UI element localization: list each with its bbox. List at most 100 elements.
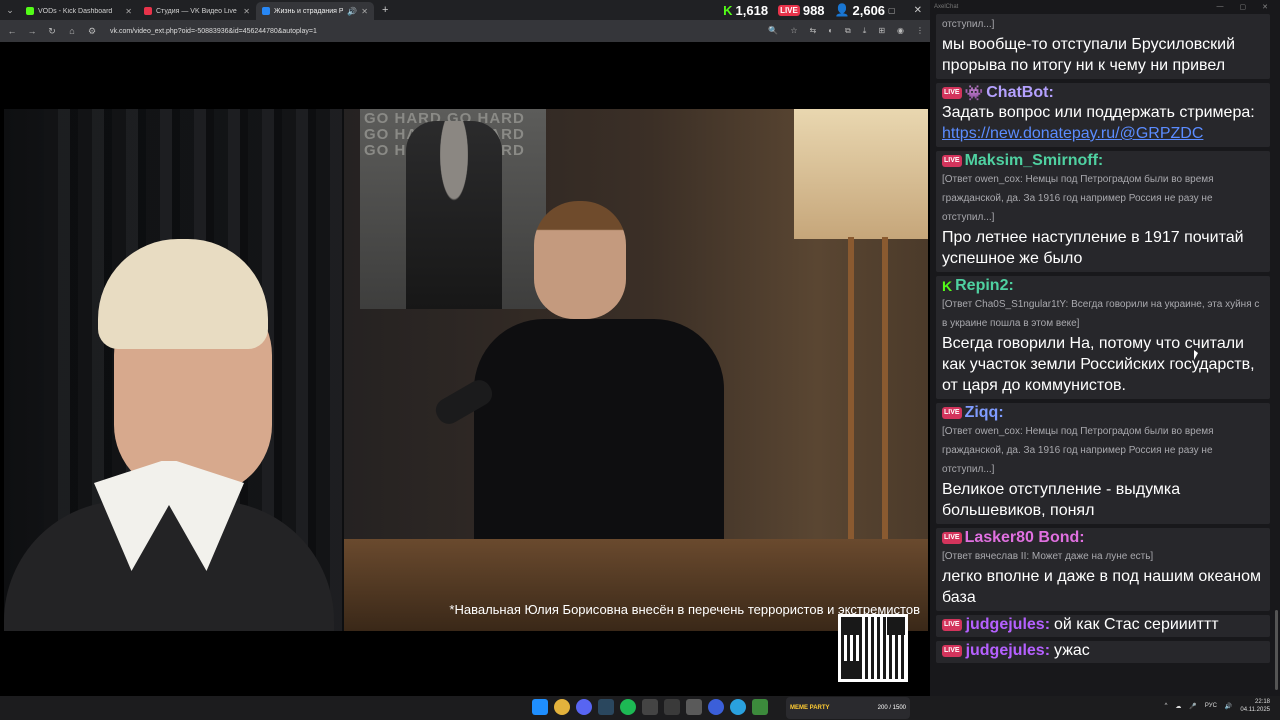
volume-icon[interactable]: 🔊 <box>1225 703 1232 710</box>
vk-live-icon: LIVE <box>942 407 962 419</box>
qr-code-pattern <box>841 617 905 679</box>
speaker-icon[interactable]: 🔊 <box>347 7 357 16</box>
minimize-icon[interactable]: — <box>1217 3 1224 11</box>
close-icon[interactable]: ✕ <box>243 7 250 16</box>
profile-icon[interactable]: ◉ <box>897 26 904 36</box>
chat-titlebar: AxelChat — ▢ ✕ <box>930 0 1280 14</box>
extension-icon[interactable]: ◐ <box>828 26 833 36</box>
message-text: ужас <box>1054 642 1090 659</box>
puzzle-icon[interactable]: ⧉ <box>845 26 851 36</box>
message-header: LIVE judgejules: ой как Стас сериииттт <box>942 616 1264 634</box>
tab-title: Студия — VK Видео Live <box>156 7 237 15</box>
maximize-icon[interactable]: ▢ <box>1240 3 1247 11</box>
player-icon[interactable] <box>708 699 724 715</box>
close-icon[interactable]: ✕ <box>361 7 368 16</box>
woman-body <box>4 501 334 631</box>
steam-icon[interactable] <box>598 699 614 715</box>
tab-search-icon[interactable]: ⌄ <box>0 0 20 20</box>
vk-live-icon: LIVE <box>942 645 962 657</box>
woman-hair <box>98 239 268 349</box>
vk-live-icon: LIVE <box>942 532 962 544</box>
site-info-icon[interactable]: ⚙ <box>86 26 98 37</box>
mic-icon[interactable]: 🎤 <box>1189 703 1196 710</box>
kick-count: 1,618 <box>735 2 769 18</box>
cloud-icon[interactable]: ☁ <box>1175 703 1181 710</box>
clock-date: 04.11.2025 <box>1240 707 1270 713</box>
username[interactable]: Maksim_Smirnoff: <box>965 152 1104 170</box>
chat-message: LIVE judgejules: ой как Стас сериииттт <box>936 615 1270 637</box>
windows-start-icon[interactable] <box>532 699 548 715</box>
translate-icon[interactable]: ⇆ <box>810 26 817 36</box>
username[interactable]: judgejules: <box>966 616 1050 634</box>
obs-icon[interactable] <box>642 699 658 715</box>
reply-quote: [Ответ вячеслав II: Может даже на луне е… <box>942 551 1154 562</box>
tab-vk-video[interactable]: Жизнь и страдания Романа 🔊 ✕ <box>256 2 374 20</box>
donate-link[interactable]: https://new.donatepay.ru/@GRPZDC <box>942 125 1203 142</box>
url-field[interactable]: vk.com/video_ext.php?oid=-50883936&id=45… <box>110 28 317 35</box>
close-icon[interactable]: ✕ <box>1262 3 1268 11</box>
meme-party-widget[interactable]: MEME PARTY 200 / 1500 <box>786 697 910 719</box>
chat-scrollbar[interactable] <box>1275 610 1278 690</box>
clock[interactable]: 22:18 04.11.2025 <box>1240 698 1270 714</box>
tab-kick-vods[interactable]: VODs - Kick Dashboard ✕ <box>20 2 138 20</box>
zoom-icon[interactable]: 🔍 <box>768 26 778 36</box>
lamp-shade <box>794 109 928 239</box>
back-icon[interactable]: ← <box>6 26 18 36</box>
chat-app-title: AxelChat <box>934 4 959 10</box>
mouse-cursor <box>1194 350 1198 360</box>
reply-quote: [Ответ owen_cox: Немцы под Петроградом б… <box>942 426 1214 475</box>
chat-window-controls: — ▢ ✕ <box>1217 3 1277 11</box>
message-header: LIVE Ziqq: <box>942 404 1264 422</box>
taskbar: MEME PARTY 200 / 1500 ^ ☁ 🎤 РУС 🔊 22:18 … <box>0 696 1280 720</box>
new-tab-button[interactable]: + <box>374 4 396 16</box>
discord-icon[interactable] <box>576 699 592 715</box>
download-icon[interactable]: ⤓ <box>863 26 867 36</box>
username[interactable]: Lasker80 Bond: <box>965 529 1085 547</box>
kick-favicon-icon <box>26 7 34 15</box>
cast-icon[interactable]: ⊞ <box>878 26 885 36</box>
reply-quote: [Ответ owen_cox: Немцы под Петроградом б… <box>942 174 1214 223</box>
taskbar-apps <box>532 699 768 715</box>
app-icon-3[interactable] <box>752 699 768 715</box>
chevron-up-icon[interactable]: ^ <box>1165 703 1168 709</box>
reload-icon[interactable]: ↻ <box>46 26 58 37</box>
message-text: Всегда говорили На, потому что считали к… <box>942 335 1255 394</box>
username[interactable]: ChatBot: <box>986 84 1054 102</box>
spotify-icon[interactable] <box>620 699 636 715</box>
video-player[interactable]: GO HARD GO HARD GO HARD GO HARD GO HARD … <box>4 42 930 696</box>
username[interactable]: Ziqq: <box>965 404 1004 422</box>
tab-title: VODs - Kick Dashboard <box>38 7 113 15</box>
meme-party-label: MEME PARTY <box>790 705 830 711</box>
total-viewers: 👤 2,606 ▢ <box>835 3 896 18</box>
man-head <box>534 201 626 319</box>
bookmark-star-icon[interactable]: ☆ <box>790 26 797 36</box>
minimize-icon[interactable]: ▢ <box>888 6 896 15</box>
username[interactable]: Repin2: <box>955 277 1014 295</box>
message-text: Великое отступление - выдумка большевико… <box>942 481 1181 519</box>
browser-window: ⌄ VODs - Kick Dashboard ✕ Студия — VK Ви… <box>0 0 930 696</box>
chat-message: LIVE Lasker80 Bond: [Ответ вячеслав II: … <box>936 528 1270 611</box>
forward-icon[interactable]: → <box>26 26 38 36</box>
language-indicator[interactable]: РУС <box>1205 703 1217 709</box>
chrome-icon[interactable] <box>554 699 570 715</box>
tab-vk-studio[interactable]: Студия — VK Видео Live ✕ <box>138 2 256 20</box>
clock-time: 22:18 <box>1254 699 1270 705</box>
vk-live-icon: LIVE <box>942 619 962 631</box>
telegram-icon[interactable] <box>730 699 746 715</box>
app-icon-2[interactable] <box>686 699 702 715</box>
message-text: мы вообще-то отступали Брусиловский прор… <box>942 36 1235 74</box>
close-icon[interactable]: ✕ <box>125 7 132 16</box>
message-header: LIVE Lasker80 Bond: <box>942 529 1264 547</box>
menu-dots-icon[interactable]: ⋮ <box>916 26 924 36</box>
chat-message: LIVE Maksim_Smirnoff: [Ответ owen_cox: Н… <box>936 151 1270 272</box>
address-bar: ← → ↻ ⌂ ⚙ vk.com/video_ext.php?oid=-5088… <box>0 20 930 42</box>
home-icon[interactable]: ⌂ <box>66 26 78 36</box>
kick-viewers: K 1,618 <box>723 3 768 18</box>
username[interactable]: judgejules: <box>966 642 1050 660</box>
meme-party-count: 200 / 1500 <box>877 705 906 711</box>
chat-message: LIVE judgejules: ужас <box>936 641 1270 663</box>
app-icon[interactable] <box>664 699 680 715</box>
window-close-icon[interactable]: ✕ <box>914 5 922 16</box>
vk-live-icon: LIVE <box>942 155 962 167</box>
viewer-stats: K 1,618 LIVE 988 👤 2,606 ▢ ✕ <box>723 0 922 20</box>
